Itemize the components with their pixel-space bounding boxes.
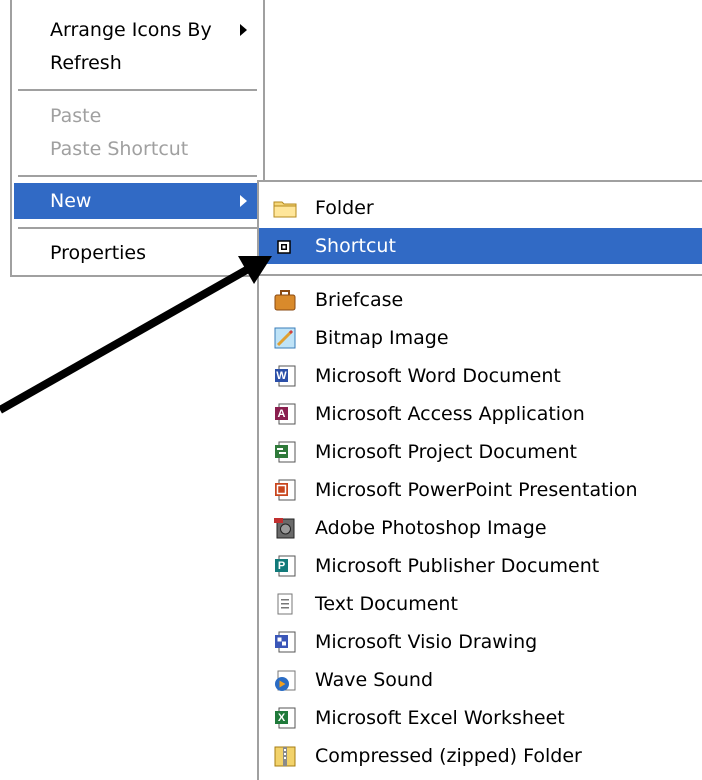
submenu-item-label: Wave Sound: [315, 669, 434, 691]
menu-separator: [18, 227, 257, 229]
powerpoint-presentation-icon: [273, 478, 297, 502]
bitmap-image-icon: [273, 326, 297, 350]
submenu-item-label: Microsoft Access Application: [315, 403, 585, 425]
submenu-item-label: Microsoft Word Document: [315, 365, 561, 387]
submenu-item-folder[interactable]: Folder: [259, 190, 702, 226]
submenu-item-label: Microsoft Excel Worksheet: [315, 707, 565, 729]
menu-separator: [18, 175, 257, 177]
submenu-item-project-document[interactable]: Microsoft Project Document: [259, 434, 702, 470]
submenu-item-label: Microsoft Project Document: [315, 441, 577, 463]
submenu-item-publisher-document[interactable]: P Microsoft Publisher Document: [259, 548, 702, 584]
menu-item-new[interactable]: New: [14, 183, 261, 219]
menu-item-arrange-icons-by[interactable]: Arrange Icons By: [14, 12, 261, 48]
submenu-item-label: Microsoft Visio Drawing: [315, 631, 538, 653]
menu-item-label: Paste Shortcut: [50, 138, 189, 160]
menu-item-paste[interactable]: Paste: [14, 98, 261, 134]
submenu-arrow-icon: [240, 24, 247, 36]
menu-item-label: Refresh: [50, 52, 122, 74]
excel-worksheet-icon: X: [273, 706, 297, 730]
submenu-item-word-document[interactable]: W Microsoft Word Document: [259, 358, 702, 394]
menu-item-refresh[interactable]: Refresh: [14, 45, 261, 81]
svg-text:P: P: [278, 560, 285, 572]
submenu-item-label: Compressed (zipped) Folder: [315, 745, 582, 767]
submenu-item-briefcase[interactable]: Briefcase: [259, 282, 702, 318]
briefcase-icon: [273, 288, 297, 312]
svg-text:A: A: [278, 408, 286, 420]
menu-item-label: Arrange Icons By: [50, 19, 212, 41]
submenu-item-visio-drawing[interactable]: Microsoft Visio Drawing: [259, 624, 702, 660]
shortcut-icon: [273, 234, 297, 258]
access-application-icon: A: [273, 402, 297, 426]
svg-text:W: W: [276, 370, 287, 382]
folder-icon: [273, 196, 297, 220]
submenu-item-label: Folder: [315, 197, 374, 219]
submenu-item-zipped-folder[interactable]: Compressed (zipped) Folder: [259, 738, 702, 774]
submenu-item-text-document[interactable]: Text Document: [259, 586, 702, 622]
submenu-item-label: Adobe Photoshop Image: [315, 517, 547, 539]
desktop-context-menu: Arrange Icons By Refresh Paste Paste Sho…: [10, 0, 265, 277]
wave-sound-icon: [273, 668, 297, 692]
text-document-icon: [273, 592, 297, 616]
submenu-arrow-icon: [240, 195, 247, 207]
menu-separator: [259, 274, 702, 276]
submenu-item-label: Bitmap Image: [315, 327, 449, 349]
project-document-icon: [273, 440, 297, 464]
submenu-item-powerpoint-presentation[interactable]: Microsoft PowerPoint Presentation: [259, 472, 702, 508]
submenu-item-label: Microsoft PowerPoint Presentation: [315, 479, 638, 501]
menu-item-paste-shortcut[interactable]: Paste Shortcut: [14, 131, 261, 167]
menu-item-label: New: [50, 190, 92, 212]
submenu-item-access-application[interactable]: A Microsoft Access Application: [259, 396, 702, 432]
submenu-item-bitmap-image[interactable]: Bitmap Image: [259, 320, 702, 356]
submenu-item-label: Text Document: [315, 593, 458, 615]
publisher-document-icon: P: [273, 554, 297, 578]
visio-drawing-icon: [273, 630, 297, 654]
zipped-folder-icon: [273, 744, 297, 768]
submenu-item-photoshop-image[interactable]: Adobe Photoshop Image: [259, 510, 702, 546]
new-submenu: Folder Shortcut Briefcase Bitmap Image W…: [257, 180, 702, 780]
submenu-item-label: Briefcase: [315, 289, 404, 311]
word-document-icon: W: [273, 364, 297, 388]
submenu-item-label: Microsoft Publisher Document: [315, 555, 600, 577]
menu-item-properties[interactable]: Properties: [14, 235, 261, 271]
submenu-item-excel-worksheet[interactable]: X Microsoft Excel Worksheet: [259, 700, 702, 736]
menu-item-label: Properties: [50, 242, 147, 264]
menu-item-label: Paste: [50, 105, 102, 127]
photoshop-image-icon: [273, 516, 297, 540]
submenu-item-label: Shortcut: [315, 235, 396, 257]
submenu-item-wave-sound[interactable]: Wave Sound: [259, 662, 702, 698]
svg-text:X: X: [278, 712, 286, 724]
submenu-item-shortcut[interactable]: Shortcut: [259, 228, 702, 264]
menu-separator: [18, 89, 257, 91]
